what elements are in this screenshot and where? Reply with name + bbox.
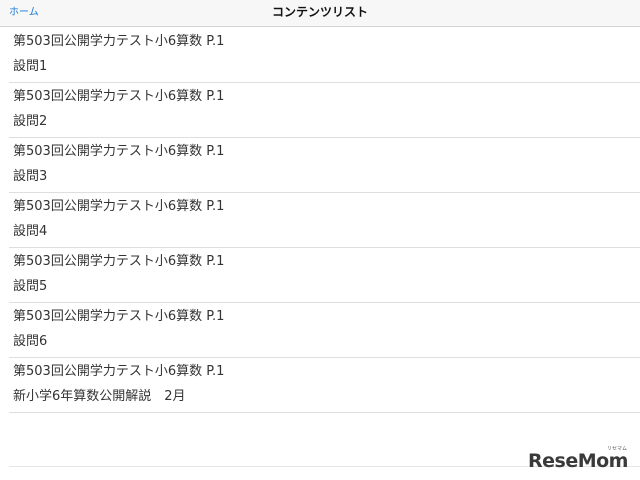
list-item-subtitle: 設問3 (13, 169, 48, 184)
list-item-title: 第503回公開学力テスト小6算数 P.1 (13, 309, 225, 324)
list-item-title: 第503回公開学力テスト小6算数 P.1 (13, 144, 225, 159)
list-item-subtitle: 新小学6年算数公開解説 2月 (13, 389, 186, 404)
list-item-subtitle: 設問5 (13, 279, 48, 294)
content-list: 第503回公開学力テスト小6算数 P.1 設問1 第503回公開学力テスト小6算… (0, 28, 640, 413)
list-item[interactable]: 第503回公開学力テスト小6算数 P.1 設問4 (9, 193, 640, 248)
list-item-title: 第503回公開学力テスト小6算数 P.1 (13, 199, 225, 214)
list-item[interactable]: 第503回公開学力テスト小6算数 P.1 設問1 (9, 28, 640, 83)
page-title: コンテンツリスト (271, 5, 368, 19)
logo-wordmark: ReseMom (528, 450, 628, 470)
list-item-subtitle: 設問1 (13, 59, 48, 74)
navigation-bar: ホーム コンテンツリスト (0, 0, 640, 27)
list-item-title: 第503回公開学力テスト小6算数 P.1 (13, 34, 225, 49)
list-item-subtitle: 設問4 (13, 224, 48, 239)
list-item[interactable]: 第503回公開学力テスト小6算数 P.1 設問3 (9, 138, 640, 193)
list-item[interactable]: 第503回公開学力テスト小6算数 P.1 設問5 (9, 248, 640, 303)
list-item-title: 第503回公開学力テスト小6算数 P.1 (13, 254, 225, 269)
list-item-title: 第503回公開学力テスト小6算数 P.1 (13, 364, 225, 379)
resemom-logo: リセマム ReseMom (528, 446, 628, 470)
list-item-subtitle: 設問6 (13, 334, 48, 349)
list-item-subtitle: 設問2 (13, 114, 48, 129)
list-item[interactable]: 第503回公開学力テスト小6算数 P.1 設問2 (9, 83, 640, 138)
list-item-title: 第503回公開学力テスト小6算数 P.1 (13, 89, 225, 104)
list-item[interactable]: 第503回公開学力テスト小6算数 P.1 新小学6年算数公開解説 2月 (9, 358, 640, 413)
list-item[interactable]: 第503回公開学力テスト小6算数 P.1 設問6 (9, 303, 640, 358)
